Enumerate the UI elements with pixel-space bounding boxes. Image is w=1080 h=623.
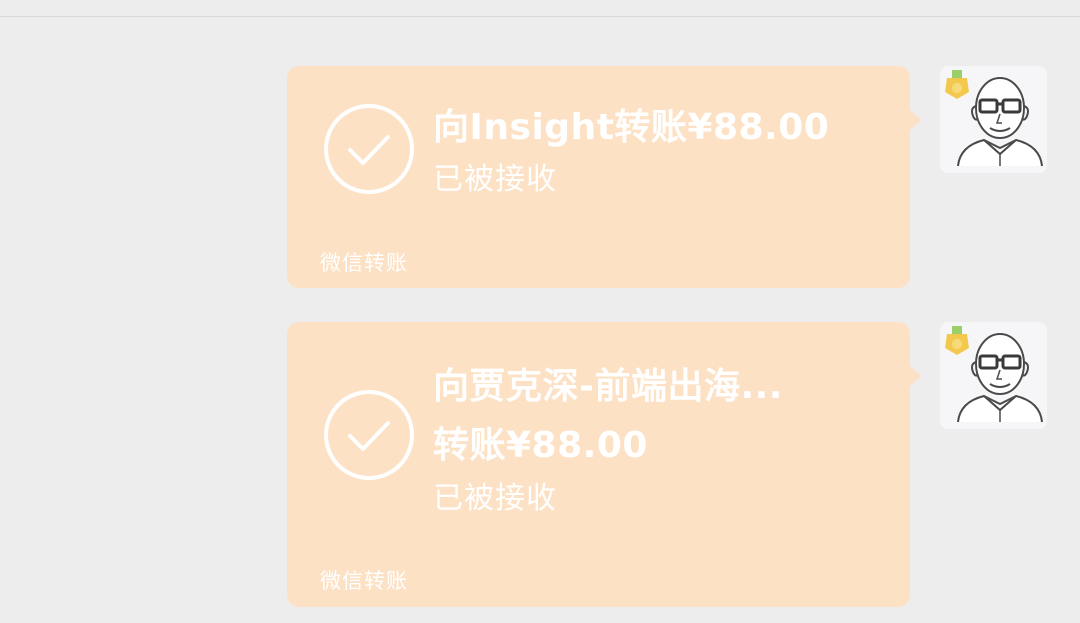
transfer-title-amount: 转账¥88.00 (433, 425, 648, 466)
bubble-tail (910, 110, 921, 130)
transfer-card[interactable]: 向Insight转账¥88.00 已被接收 微信转账 (287, 66, 910, 288)
transfer-footer-label: 微信转账 (320, 251, 408, 275)
avatar[interactable] (940, 322, 1047, 429)
transfer-status: 已被接收 (433, 481, 557, 516)
bubble-tail (910, 366, 921, 386)
bald-man-glasses-avatar-icon (945, 70, 1043, 167)
check-circle-icon (324, 390, 414, 480)
top-bar (0, 0, 1080, 17)
transfer-footer-label: 微信转账 (320, 569, 408, 593)
avatar[interactable] (940, 66, 1047, 173)
transfer-card[interactable]: 向贾克深-前端出海... 转账¥88.00 已被接收 微信转账 (287, 322, 910, 607)
bald-man-glasses-avatar-icon (945, 326, 1043, 423)
transfer-title: 向贾克深-前端出海... (433, 366, 783, 407)
transfer-title: 向Insight转账¥88.00 (433, 107, 830, 148)
check-circle-icon (324, 104, 414, 194)
transfer-status: 已被接收 (433, 162, 557, 197)
